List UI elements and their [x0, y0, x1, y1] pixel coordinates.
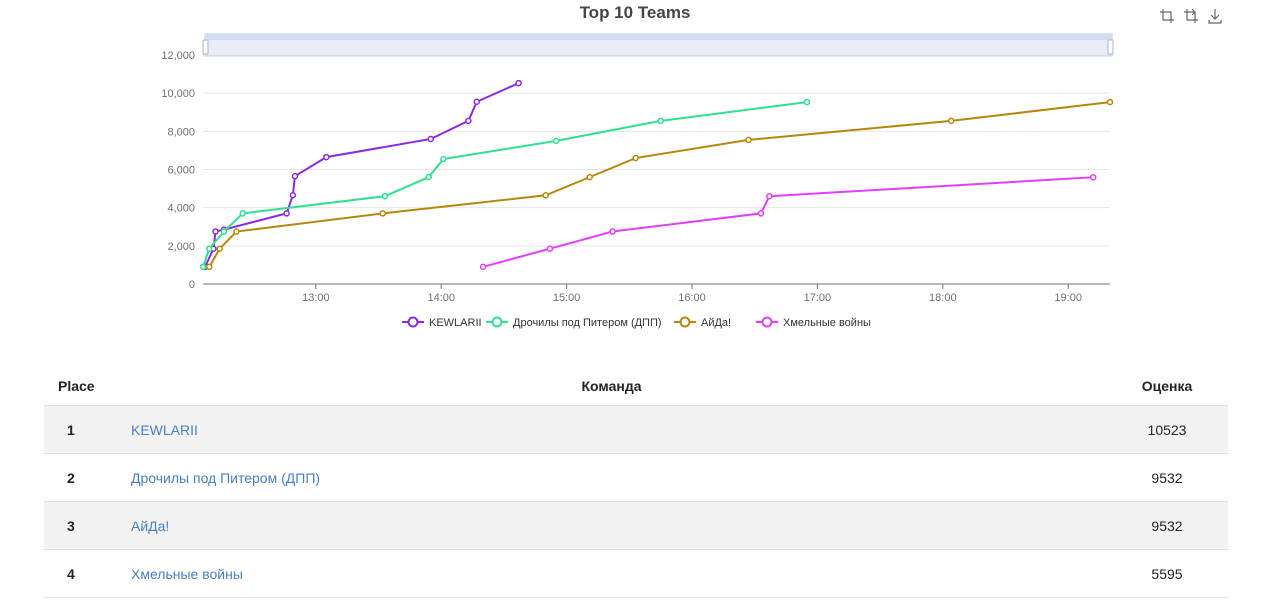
legend-item-label[interactable]: Дрочилы под Питером (ДПП): [513, 317, 662, 329]
data-point: [440, 155, 447, 163]
legend-item-label[interactable]: Хмельные войны: [783, 317, 871, 329]
datazoom-handle-left[interactable]: [202, 39, 209, 55]
row-score: 9532: [1106, 453, 1228, 502]
series-line-0: [204, 82, 519, 268]
data-point: [546, 245, 554, 252]
data-point: [216, 245, 223, 252]
row-score: 5595: [1106, 549, 1228, 598]
data-point: [586, 173, 593, 181]
data-point: [473, 98, 481, 106]
data-point: [425, 173, 432, 181]
data-point: [283, 210, 290, 217]
data-point: [239, 210, 246, 217]
data-point: [206, 245, 213, 252]
y-tick-label: 10,000: [161, 88, 195, 100]
row-score: 9532: [1106, 501, 1228, 550]
data-point: [212, 228, 219, 235]
data-point: [289, 192, 297, 199]
data-point: [947, 117, 955, 125]
legend-swatch-marker: [491, 316, 503, 328]
y-tick-label: 4,000: [167, 203, 195, 215]
data-point: [206, 263, 213, 271]
data-point: [323, 153, 330, 161]
data-point: [233, 228, 240, 235]
scoreboard-table: Place Команда Оценка 1 KEWLARII 10523 2 …: [44, 366, 1228, 598]
y-tick-label: 0: [189, 279, 195, 291]
chart-container: Top 10 Teams 0 2,000 4,000 6,000 8,000 10,000 1…: [0, 0, 1280, 345]
y-tick-label: 12,000: [161, 50, 195, 62]
row-place: 2: [44, 453, 117, 502]
header-place: Place: [58, 377, 95, 394]
x-tick-label: 14:00: [427, 292, 455, 304]
data-point: [657, 117, 664, 125]
data-point: [515, 79, 522, 87]
data-point: [479, 263, 487, 271]
legend-item-label[interactable]: АйДа!: [701, 317, 731, 329]
data-point: [766, 192, 773, 200]
x-tick-label: 13:00: [302, 292, 330, 304]
x-tick-label: 15:00: [553, 292, 581, 304]
data-point: [1090, 173, 1097, 181]
team-link[interactable]: Хмельные войны: [131, 566, 243, 582]
legend-swatch-marker: [761, 316, 773, 328]
x-tick-label: 16:00: [678, 292, 706, 304]
table-header-row: Place Команда Оценка: [44, 366, 1228, 406]
download-icon[interactable]: [1206, 7, 1224, 25]
team-link[interactable]: АйДа!: [131, 518, 169, 534]
y-tick-label: 6,000: [167, 165, 195, 177]
data-point: [465, 117, 472, 125]
x-tick-label: 19:00: [1054, 292, 1082, 304]
table-row: 1 KEWLARII 10523: [44, 405, 1228, 454]
legend-swatch-marker: [407, 316, 419, 328]
datazoom-handle-right[interactable]: [1107, 39, 1114, 55]
chart-title: Top 10 Teams: [580, 3, 691, 22]
team-link[interactable]: Дрочилы под Питером (ДПП): [131, 470, 320, 486]
team-link[interactable]: KEWLARII: [131, 422, 198, 438]
data-point: [757, 210, 765, 217]
legend-item-label[interactable]: KEWLARII: [429, 317, 482, 329]
series-line-3: [482, 176, 1094, 268]
table-row: 2 Дрочилы под Питером (ДПП) 9532: [44, 453, 1228, 502]
legend-swatch-marker: [679, 316, 691, 328]
line-chart[interactable]: Top 10 Teams 0 2,000 4,000 6,000 8,000 10,000 1…: [0, 0, 1280, 345]
y-tick-label: 2,000: [167, 241, 195, 253]
data-point: [1106, 98, 1114, 106]
data-point: [803, 98, 811, 106]
data-point: [745, 136, 752, 144]
row-place: 4: [44, 549, 117, 598]
header-team: Команда: [581, 377, 642, 394]
data-point: [427, 135, 435, 143]
header-score: Оценка: [1141, 377, 1193, 394]
data-point: [632, 154, 639, 162]
data-point: [220, 228, 228, 235]
data-point: [291, 172, 299, 180]
row-place: 3: [44, 501, 117, 550]
table-row: 4 Хмельные войны 5595: [44, 549, 1228, 598]
chart-toolbox: [1158, 7, 1224, 25]
datazoom-fill: [205, 34, 1112, 40]
y-tick-label: 8,000: [167, 126, 195, 138]
data-point: [381, 192, 389, 200]
data-point: [609, 228, 616, 235]
data-point: [552, 137, 560, 145]
x-tick-label: 18:00: [929, 292, 957, 304]
data-point: [199, 263, 207, 271]
table-row: 3 АйДа! 9532: [44, 501, 1228, 550]
zoom-reset-icon[interactable]: [1182, 7, 1200, 25]
zoom-select-icon[interactable]: [1158, 7, 1176, 25]
data-point: [542, 192, 549, 199]
data-point: [379, 210, 386, 217]
x-tick-label: 17:00: [804, 292, 832, 304]
row-score: 10523: [1106, 405, 1228, 454]
row-place: 1: [44, 405, 117, 454]
